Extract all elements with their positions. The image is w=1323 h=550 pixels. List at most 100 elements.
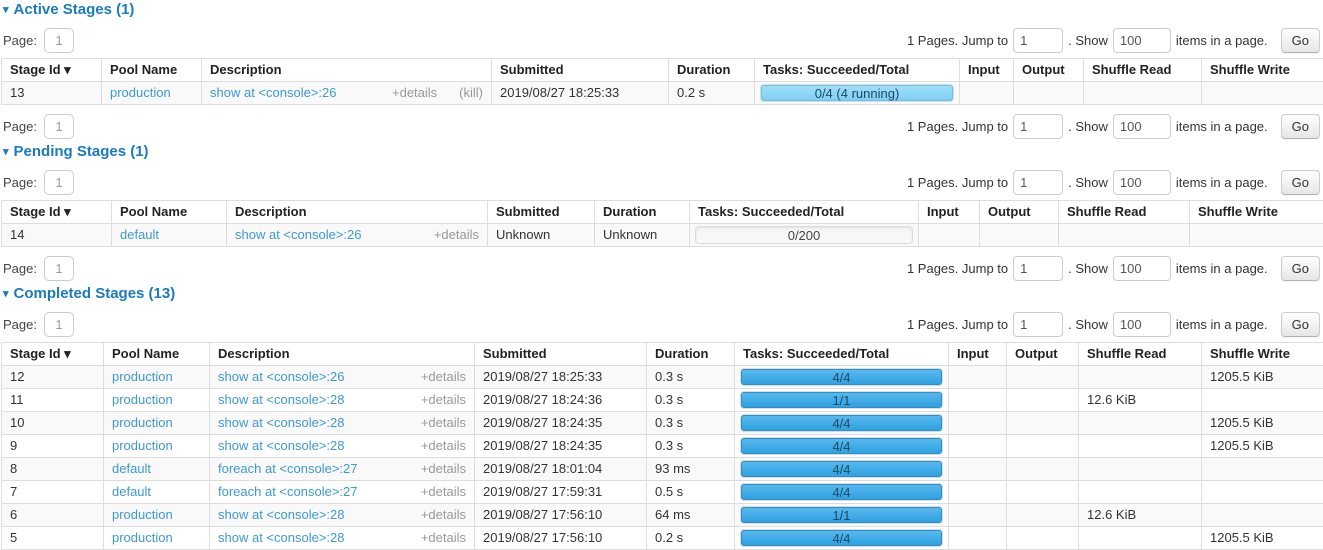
- go-button[interactable]: Go: [1281, 114, 1320, 139]
- column-header-5[interactable]: Tasks: Succeeded/Total: [735, 343, 949, 366]
- items-text: items in a page.: [1176, 119, 1268, 134]
- column-header-6[interactable]: Input: [960, 59, 1014, 82]
- column-header-7[interactable]: Output: [1014, 59, 1084, 82]
- description-cell: show at <console>:26 +details: [210, 366, 475, 389]
- column-header-8[interactable]: Shuffle Read: [1079, 343, 1202, 366]
- pool-name-link[interactable]: default: [112, 461, 151, 476]
- section-title[interactable]: ▾Completed Stages (13): [3, 286, 1322, 303]
- pool-name-link[interactable]: default: [112, 484, 151, 499]
- column-header-8[interactable]: Shuffle Read: [1059, 201, 1190, 224]
- kill-link[interactable]: (kill): [459, 86, 483, 100]
- column-header-9[interactable]: Shuffle Write: [1190, 201, 1323, 224]
- page-number-input[interactable]: [44, 256, 74, 281]
- show-count-input[interactable]: [1113, 256, 1171, 281]
- pool-name-cell: default: [104, 481, 210, 504]
- show-count-input[interactable]: [1113, 28, 1171, 53]
- show-text: . Show: [1068, 317, 1108, 332]
- column-header-2[interactable]: Description: [227, 201, 488, 224]
- column-header-1[interactable]: Pool Name: [112, 201, 227, 224]
- column-header-7[interactable]: Output: [980, 201, 1059, 224]
- go-button[interactable]: Go: [1281, 312, 1320, 337]
- column-header-8[interactable]: Shuffle Read: [1084, 59, 1202, 82]
- column-header-1[interactable]: Pool Name: [104, 343, 210, 366]
- go-button[interactable]: Go: [1281, 170, 1320, 195]
- description-link[interactable]: show at <console>:26: [210, 86, 336, 100]
- column-header-5[interactable]: Tasks: Succeeded/Total: [690, 201, 919, 224]
- details-toggle[interactable]: +details: [421, 393, 466, 407]
- column-header-4[interactable]: Duration: [595, 201, 690, 224]
- column-header-4[interactable]: Duration: [647, 343, 735, 366]
- pool-name-link[interactable]: production: [112, 530, 173, 545]
- jump-to-input[interactable]: [1013, 170, 1063, 195]
- description-link[interactable]: foreach at <console>:27: [218, 485, 358, 499]
- section-title[interactable]: ▾Pending Stages (1): [3, 144, 1322, 161]
- column-header-7[interactable]: Output: [1007, 343, 1079, 366]
- description-cell: foreach at <console>:27 +details: [210, 481, 475, 504]
- pool-name-link[interactable]: production: [112, 369, 173, 384]
- column-header-9[interactable]: Shuffle Write: [1202, 343, 1323, 366]
- page-number-input[interactable]: [44, 28, 74, 53]
- jump-to-input[interactable]: [1013, 114, 1063, 139]
- description-link[interactable]: show at <console>:28: [218, 393, 344, 407]
- tasks-cell: 0/200: [690, 224, 919, 247]
- description-link[interactable]: show at <console>:28: [218, 508, 344, 522]
- description-link[interactable]: show at <console>:26: [218, 370, 344, 384]
- input-cell: [949, 389, 1007, 412]
- page-number-input[interactable]: [44, 114, 74, 139]
- column-header-4[interactable]: Duration: [669, 59, 755, 82]
- description-link[interactable]: show at <console>:26: [235, 228, 361, 242]
- section-title-label: Pending Stages (1): [14, 143, 149, 160]
- jump-group: 1 Pages. Jump to . Show items in a page.…: [902, 170, 1320, 195]
- show-count-input[interactable]: [1113, 170, 1171, 195]
- duration-cell: 0.3 s: [647, 389, 735, 412]
- jump-to-input[interactable]: [1013, 28, 1063, 53]
- details-toggle[interactable]: +details: [421, 439, 466, 453]
- pool-name-link[interactable]: production: [112, 507, 173, 522]
- description-link[interactable]: show at <console>:28: [218, 439, 344, 453]
- show-count-input[interactable]: [1113, 312, 1171, 337]
- pool-name-link[interactable]: production: [112, 438, 173, 453]
- details-toggle[interactable]: +details: [421, 531, 466, 545]
- column-header-9[interactable]: Shuffle Write: [1202, 59, 1323, 82]
- pool-name-link[interactable]: production: [112, 415, 173, 430]
- details-toggle[interactable]: +details: [421, 485, 466, 499]
- column-header-5[interactable]: Tasks: Succeeded/Total: [755, 59, 960, 82]
- details-toggle[interactable]: +details: [421, 416, 466, 430]
- pool-name-link[interactable]: production: [110, 85, 171, 100]
- details-toggle[interactable]: +details: [392, 86, 437, 100]
- stage-id-cell: 7: [2, 481, 104, 504]
- description-link[interactable]: show at <console>:28: [218, 416, 344, 430]
- table-row: 13 production show at <console>:26 +deta…: [2, 82, 1323, 105]
- column-header-3[interactable]: Submitted: [488, 201, 595, 224]
- description-link[interactable]: show at <console>:28: [218, 531, 344, 545]
- page-number-input[interactable]: [44, 312, 74, 337]
- page-group: Page:: [3, 28, 74, 53]
- column-header-3[interactable]: Submitted: [492, 59, 669, 82]
- column-header-0[interactable]: Stage Id ▾: [2, 59, 102, 82]
- go-button[interactable]: Go: [1281, 28, 1320, 53]
- column-header-0[interactable]: Stage Id ▾: [2, 343, 104, 366]
- column-header-2[interactable]: Description: [210, 343, 475, 366]
- stages-table: Stage Id ▾Pool NameDescriptionSubmittedD…: [1, 58, 1323, 105]
- page-number-input[interactable]: [44, 170, 74, 195]
- jump-to-input[interactable]: [1013, 256, 1063, 281]
- pool-name-link[interactable]: production: [112, 392, 173, 407]
- column-header-6[interactable]: Input: [919, 201, 980, 224]
- description-link[interactable]: foreach at <console>:27: [218, 462, 358, 476]
- pool-name-link[interactable]: default: [120, 227, 159, 242]
- details-toggle[interactable]: +details: [421, 370, 466, 384]
- column-header-1[interactable]: Pool Name: [102, 59, 202, 82]
- shuffle-write-cell: 1205.5 KiB: [1202, 366, 1323, 389]
- details-toggle[interactable]: +details: [434, 228, 479, 242]
- show-count-input[interactable]: [1113, 114, 1171, 139]
- details-toggle[interactable]: +details: [421, 508, 466, 522]
- column-header-3[interactable]: Submitted: [475, 343, 647, 366]
- column-header-0[interactable]: Stage Id ▾: [2, 201, 112, 224]
- column-header-6[interactable]: Input: [949, 343, 1007, 366]
- go-button[interactable]: Go: [1281, 256, 1320, 281]
- column-header-2[interactable]: Description: [202, 59, 492, 82]
- table-row: 12 production show at <console>:26 +deta…: [2, 366, 1323, 389]
- jump-to-input[interactable]: [1013, 312, 1063, 337]
- section-title[interactable]: ▾Active Stages (1): [3, 2, 1322, 19]
- details-toggle[interactable]: +details: [421, 462, 466, 476]
